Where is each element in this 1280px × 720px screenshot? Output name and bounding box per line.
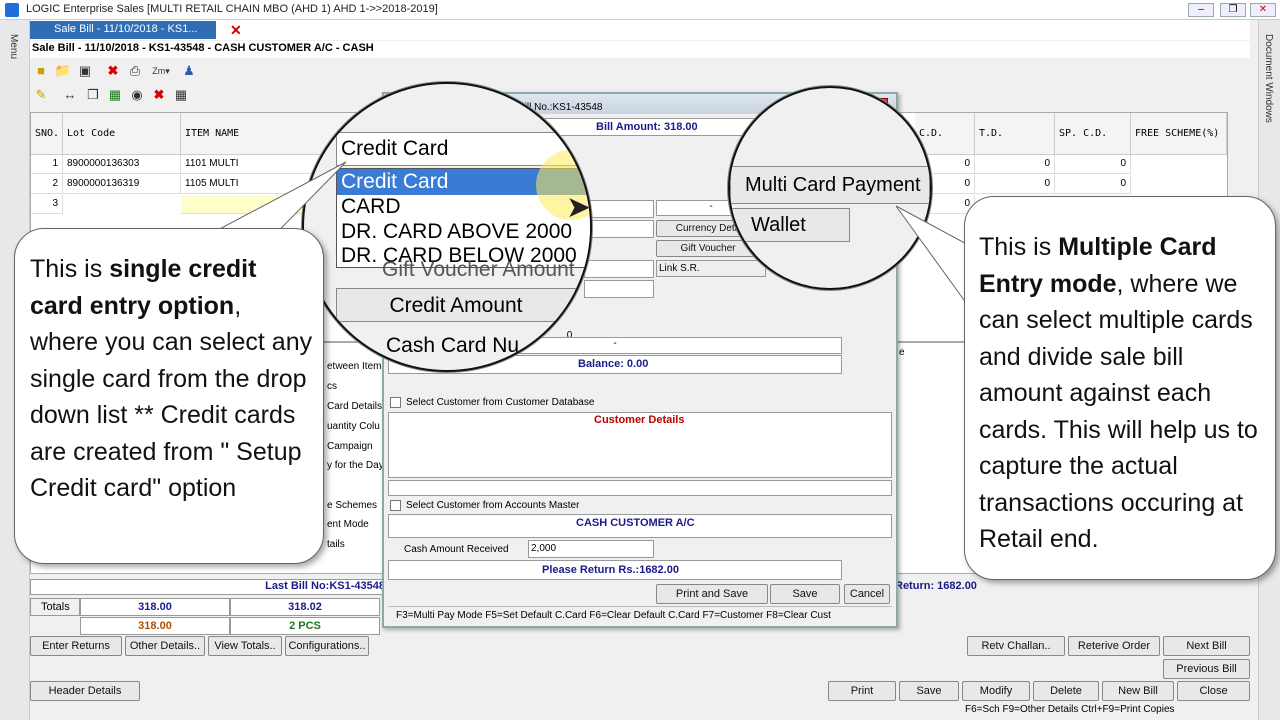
callout-multi-card: This is Multiple Card Entry mode, where … <box>964 196 1276 580</box>
callout-text: This is <box>979 233 1059 261</box>
callout-text: , where we can select multiple cards and… <box>979 269 1258 554</box>
callout-single-card: This is single credit card entry option,… <box>14 228 324 564</box>
callout-text: , where you can select any single card f… <box>30 291 313 503</box>
callout-text: This is <box>30 255 110 283</box>
